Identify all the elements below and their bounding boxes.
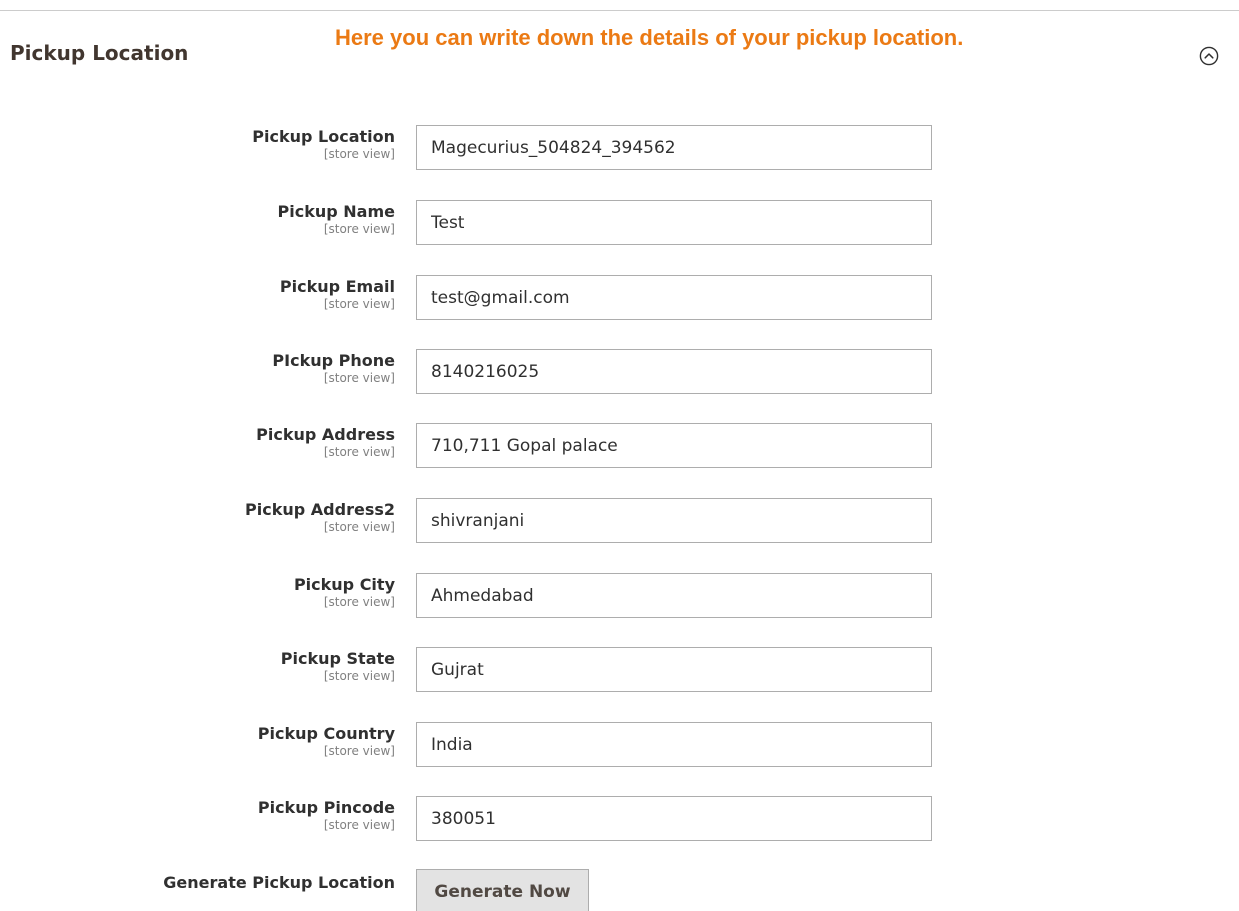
field-label: Pickup Name — [277, 202, 395, 221]
field-label-group: Pickup Name [store view] — [278, 202, 395, 236]
generate-now-button[interactable]: Generate Now — [416, 869, 589, 911]
pickup-address2-input[interactable] — [416, 498, 932, 543]
field-label-group: Pickup Country [store view] — [258, 724, 395, 758]
annotation-note: Here you can write down the details of y… — [335, 25, 964, 50]
scope-label: [store view] — [323, 297, 395, 311]
scope-label: [store view] — [323, 222, 395, 236]
field-row-pickup-state: Pickup State [store view] — [0, 647, 1239, 693]
pickup-address-input[interactable] — [416, 423, 932, 468]
field-label-group: Pickup Address2 [store view] — [245, 500, 395, 534]
pickup-phone-input[interactable] — [416, 349, 932, 394]
field-row-pickup-location: Pickup Location [store view] — [0, 125, 1239, 171]
field-row-pickup-pincode: Pickup Pincode [store view] — [0, 796, 1239, 842]
pickup-city-input[interactable] — [416, 573, 932, 618]
field-label: Pickup Email — [279, 277, 395, 296]
field-row-pickup-country: Pickup Country [store view] — [0, 722, 1239, 768]
field-label-group: Pickup State [store view] — [281, 649, 395, 683]
field-row-pickup-email: Pickup Email [store view] — [0, 275, 1239, 321]
scope-label: [store view] — [323, 595, 395, 609]
field-label: Pickup State — [280, 649, 395, 668]
field-label: PIckup Phone — [272, 351, 395, 370]
pickup-pincode-input[interactable] — [416, 796, 932, 841]
field-label: Pickup Location — [252, 127, 395, 146]
generate-pickup-location-label: Generate Pickup Location — [163, 873, 395, 892]
field-label: Pickup Country — [257, 724, 395, 743]
field-label-group: Pickup Email [store view] — [280, 277, 395, 311]
scope-label: [store view] — [323, 147, 395, 161]
field-label: Pickup Pincode — [257, 798, 395, 817]
field-label-group: Pickup Address [store view] — [256, 425, 395, 459]
chevron-up-circle-icon[interactable] — [1199, 46, 1219, 66]
field-row-pickup-address: Pickup Address [store view] — [0, 423, 1239, 469]
pickup-location-input[interactable] — [416, 125, 932, 170]
scope-label: [store view] — [323, 520, 395, 534]
field-label-group: PIckup Phone [store view] — [272, 351, 395, 385]
section-divider — [0, 10, 1239, 11]
field-row-pickup-name: Pickup Name [store view] — [0, 200, 1239, 246]
scope-label: [store view] — [323, 669, 395, 683]
field-row-pickup-address2: Pickup Address2 [store view] — [0, 498, 1239, 544]
pickup-country-input[interactable] — [416, 722, 932, 767]
field-label: Pickup Address2 — [245, 500, 395, 519]
pickup-name-input[interactable] — [416, 200, 932, 245]
field-label-group: Pickup City [store view] — [294, 575, 395, 609]
pickup-state-input[interactable] — [416, 647, 932, 692]
field-row-pickup-city: Pickup City [store view] — [0, 573, 1239, 619]
field-row-pickup-phone: PIckup Phone [store view] — [0, 349, 1239, 395]
section-title[interactable]: Pickup Location — [10, 41, 188, 65]
field-label-group: Pickup Pincode [store view] — [258, 798, 395, 832]
scope-label: [store view] — [323, 445, 395, 459]
field-label-group: Pickup Location [store view] — [252, 127, 395, 161]
scope-label: [store view] — [323, 744, 395, 758]
field-label: Pickup Address — [256, 425, 395, 444]
pickup-email-input[interactable] — [416, 275, 932, 320]
scope-label: [store view] — [323, 818, 395, 832]
field-label: Pickup City — [293, 575, 395, 594]
scope-label: [store view] — [323, 371, 395, 385]
